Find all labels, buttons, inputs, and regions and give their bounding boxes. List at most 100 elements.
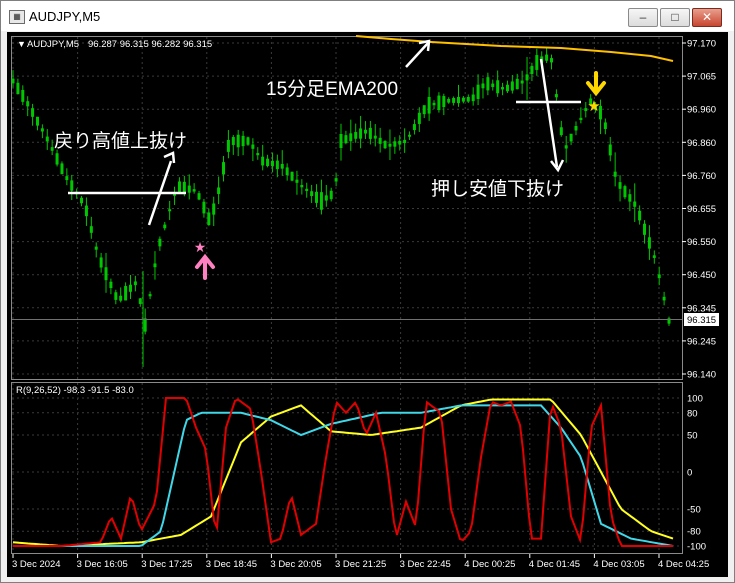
candle-body (148, 294, 152, 297)
time-tick-label: 4 Dec 01:45 (529, 559, 580, 570)
candle-body (496, 80, 500, 94)
candle-body (40, 128, 44, 132)
header-collapse-icon[interactable]: ▼ (17, 39, 26, 49)
candle-body (329, 190, 333, 200)
candle-body (520, 80, 524, 84)
candle-body (222, 162, 226, 175)
candle-body (505, 84, 509, 92)
candle-body (354, 132, 358, 139)
time-tick-label: 3 Dec 22:45 (400, 559, 451, 570)
candle-body (535, 55, 539, 70)
candle-body (613, 171, 617, 177)
candle-body (608, 144, 612, 156)
candle-body (315, 191, 319, 203)
candle-body (300, 184, 304, 188)
candle-body (398, 140, 402, 145)
price-tick-label: 96.450 (687, 270, 716, 281)
candle-body (26, 101, 30, 107)
time-tick-label: 4 Dec 00:25 (464, 559, 515, 570)
candle-body (403, 139, 407, 144)
candle-body (168, 209, 172, 212)
candle-body (569, 133, 573, 142)
candle-body (417, 112, 421, 124)
candle-body (574, 126, 578, 131)
price-tick-label: 96.655 (687, 204, 716, 215)
candle-body (295, 179, 299, 183)
candle-body (251, 144, 255, 149)
close-button[interactable]: ✕ (692, 8, 722, 27)
candle-body (290, 171, 294, 181)
chart-window-icon: ▦ (9, 10, 25, 24)
candle-body (373, 135, 377, 139)
candle-body (579, 117, 583, 121)
candle-body (628, 194, 632, 202)
candle-body (45, 136, 49, 142)
candle-body (310, 191, 314, 196)
candle-body (339, 134, 343, 148)
time-tick-label: 3 Dec 21:25 (335, 559, 386, 570)
candle-body (305, 188, 309, 191)
candle-body (481, 83, 485, 89)
candle-body (550, 58, 554, 63)
candle-body (197, 193, 201, 200)
candle-body (344, 135, 348, 144)
candle-body (65, 176, 69, 181)
candle-body (21, 90, 25, 102)
candle-body (476, 84, 480, 99)
candle-body (138, 298, 142, 304)
candle-body (133, 281, 137, 286)
candle-body (412, 124, 416, 131)
indicator-level-label: 50 (687, 431, 698, 442)
candle-body (187, 185, 191, 193)
candle-body (408, 134, 412, 137)
candle-body (388, 143, 392, 147)
candle-body (80, 197, 84, 204)
candle-body (60, 163, 64, 175)
candle-body (163, 224, 167, 229)
candle-body (447, 98, 451, 103)
candle-body (662, 296, 666, 301)
candle-body (285, 167, 289, 176)
chart-background (7, 32, 728, 577)
candle-body (383, 140, 387, 149)
candle-body (84, 205, 88, 217)
minimize-button[interactable]: – (628, 8, 658, 27)
candle-body (94, 246, 98, 250)
time-tick-label: 3 Dec 20:05 (270, 559, 321, 570)
candle-body (261, 156, 265, 166)
candle-body (393, 141, 397, 147)
candle-body (16, 82, 20, 95)
candle-body (623, 186, 627, 198)
candle-body (437, 95, 441, 111)
candle-body (368, 127, 372, 139)
candle-body (422, 105, 426, 115)
candle-body (564, 145, 568, 149)
candle-body (280, 163, 284, 169)
candle-body (217, 187, 221, 194)
candle-body (207, 212, 211, 226)
window-title: AUDJPY,M5 (29, 9, 101, 24)
candle-body (236, 134, 240, 148)
title-bar: ▦ AUDJPY,M5 – □ ✕ (1, 1, 734, 31)
candle-body (55, 153, 59, 165)
candle-body (618, 182, 622, 189)
chart-area[interactable]: 戻り高値上抜け 15分足EMA200 押し安値下抜け ★ ★ ▼ AUDJPY,… (7, 32, 728, 577)
candle-body (70, 180, 74, 191)
indicator-level-label: 0 (687, 468, 692, 479)
candle-body (359, 128, 363, 139)
time-tick-label: 3 Dec 2024 (12, 559, 61, 570)
current-price-value: 96.315 (687, 315, 716, 326)
candle-body (99, 257, 103, 268)
maximize-button[interactable]: □ (660, 8, 690, 27)
indicator-level-label: -50 (687, 505, 701, 516)
candle-body (515, 78, 519, 90)
candle-body (143, 318, 147, 332)
candle-body (266, 158, 270, 167)
candle-body (319, 192, 323, 210)
candle-body (452, 97, 456, 103)
candle-body (559, 127, 563, 136)
candle-body (177, 181, 181, 192)
candle-body (109, 281, 113, 289)
candle-body (652, 255, 656, 258)
candle-body (104, 267, 108, 281)
